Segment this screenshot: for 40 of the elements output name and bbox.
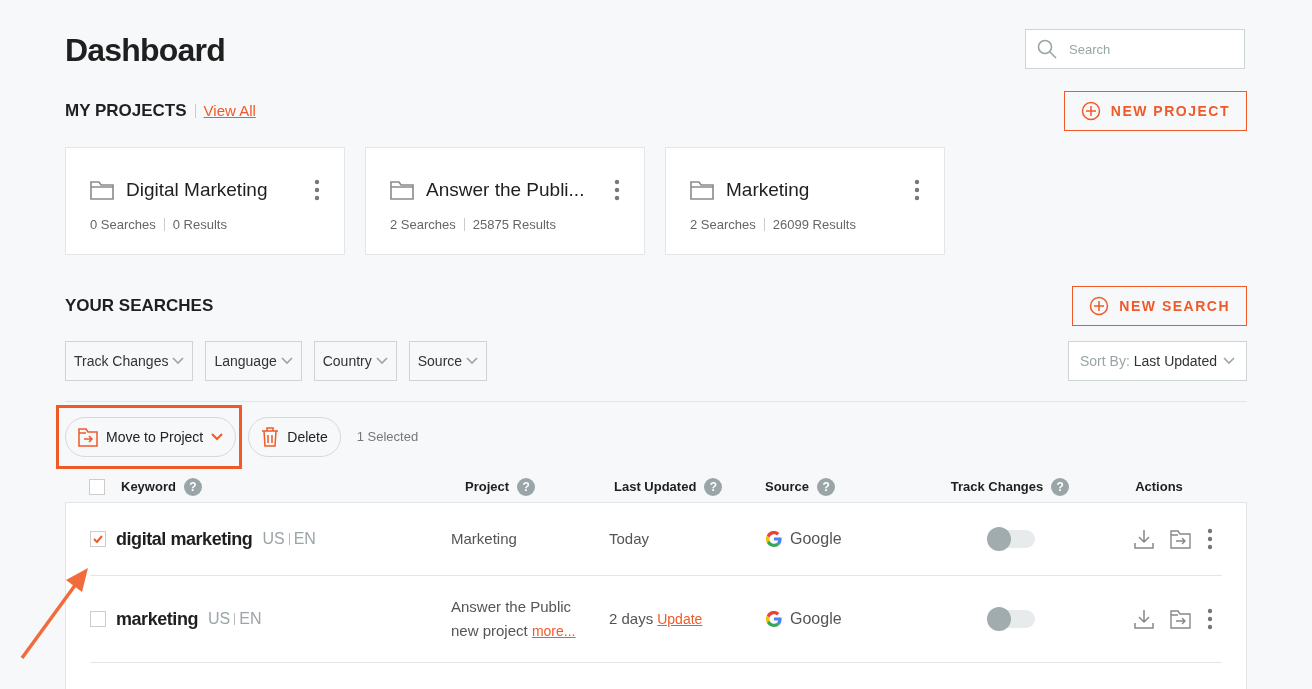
filter-dropdown[interactable]: Language xyxy=(205,341,302,381)
column-header: Track Changes xyxy=(950,478,1044,497)
filter-dropdown[interactable]: Country xyxy=(313,341,397,381)
keyword[interactable]: digital marketing xyxy=(116,525,253,553)
search-count: 2 Searches xyxy=(690,215,756,234)
search-field[interactable]: Search xyxy=(1025,29,1245,69)
project-card[interactable]: Marketing 2 Searches 26099 Results xyxy=(665,147,945,255)
project-card[interactable]: Answer the Publi... 2 Searches 25875 Results xyxy=(365,147,645,255)
project-name: Digital Marketing xyxy=(126,178,269,202)
project-name: Marketing xyxy=(451,529,517,549)
project-card[interactable]: Digital Marketing 0 Searches 0 Results xyxy=(65,147,345,255)
source-name: Google xyxy=(790,529,842,549)
project-name: Answer the Publi... xyxy=(426,178,586,202)
keyword[interactable]: marketing xyxy=(116,605,198,633)
section-heading: YOUR SEARCHES xyxy=(65,295,214,318)
section-heading: MY PROJECTS xyxy=(65,100,187,123)
project-name: Answer the Public new project more... xyxy=(451,597,577,641)
page-title: Dashboard xyxy=(65,31,225,70)
column-header: Keyword xyxy=(121,478,176,497)
selection-count: 1 Selected xyxy=(356,428,419,447)
search-count: 0 Searches xyxy=(90,215,156,234)
column-header: Source xyxy=(765,478,810,497)
result-count: 25875 Results xyxy=(472,215,556,234)
column-header: Project xyxy=(465,478,510,497)
last-updated: Today xyxy=(609,528,650,549)
country-code: US xyxy=(208,609,231,629)
filter-dropdown[interactable]: Track Changes xyxy=(65,341,194,381)
country-code: US xyxy=(262,529,285,549)
last-updated: 2 days xyxy=(609,608,654,629)
search-count: 2 Searches xyxy=(390,215,456,234)
source-name: Google xyxy=(790,609,842,629)
column-header: Actions xyxy=(1135,478,1183,497)
result-count: 26099 Results xyxy=(772,215,856,234)
column-header: Last Updated xyxy=(614,478,697,497)
result-count: 0 Results xyxy=(172,215,227,234)
filter-dropdown[interactable]: Source xyxy=(408,341,488,381)
project-name: Marketing xyxy=(726,178,811,202)
language-code: EN xyxy=(293,529,316,549)
sort-dropdown[interactable]: Sort By: Last Updated xyxy=(1068,341,1247,381)
language-code: EN xyxy=(239,609,262,629)
